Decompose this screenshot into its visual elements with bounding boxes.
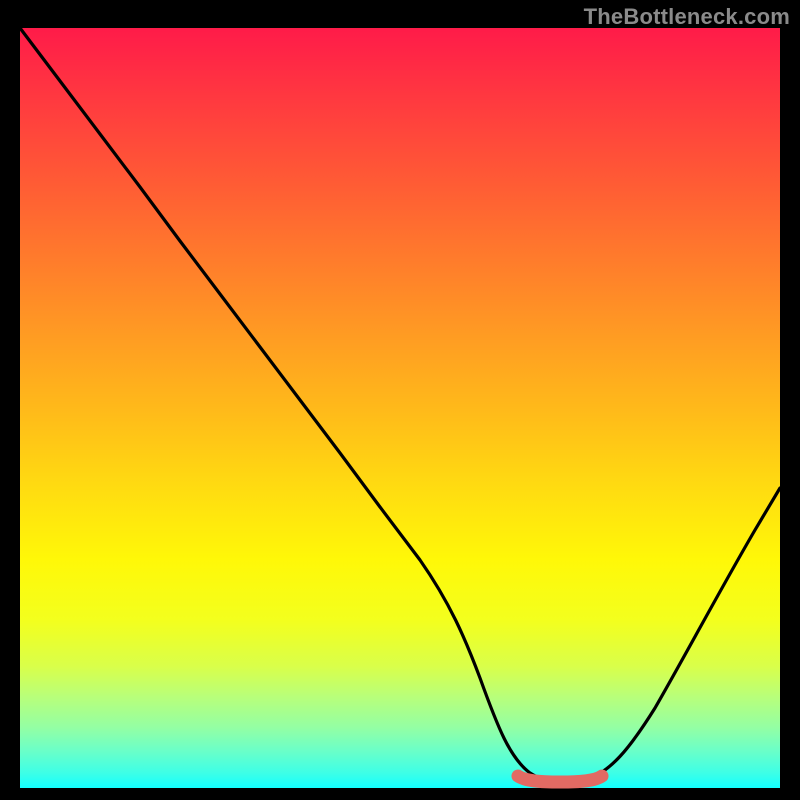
bottleneck-curve	[20, 28, 780, 782]
watermark-text: TheBottleneck.com	[584, 4, 790, 30]
chart-svg	[20, 28, 780, 788]
chart-frame: TheBottleneck.com	[0, 0, 800, 800]
poor-fit-band	[518, 776, 602, 782]
